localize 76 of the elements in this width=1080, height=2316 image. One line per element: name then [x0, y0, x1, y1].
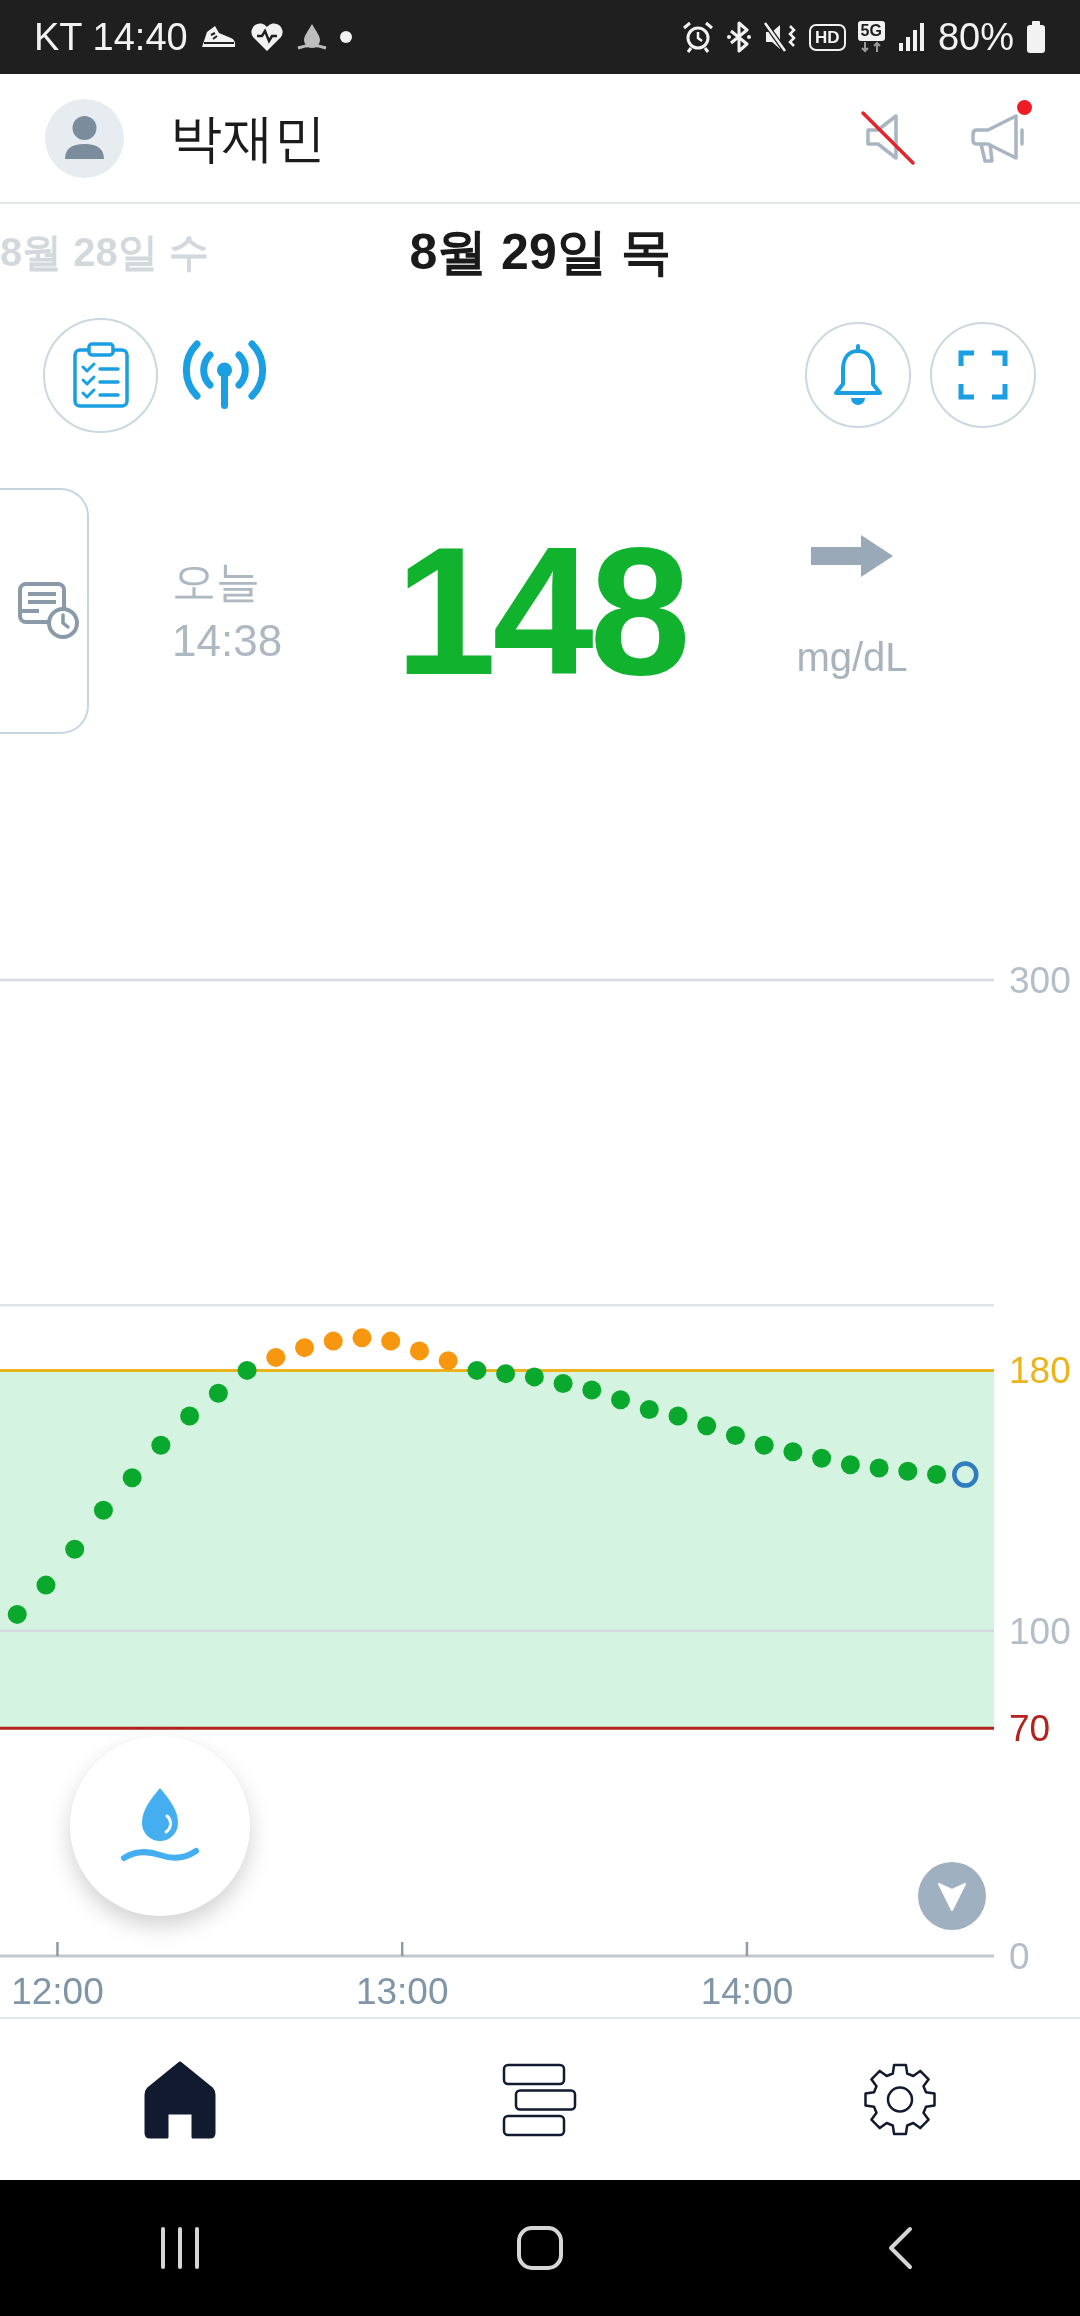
- y-axis-label: 0: [1009, 1936, 1030, 1977]
- clipboard-icon: [71, 342, 130, 408]
- battery-percent: 80%: [937, 14, 1014, 60]
- y-axis-label: 300: [1009, 960, 1071, 1001]
- reading-dot: [611, 1390, 631, 1410]
- fullscreen-icon: [958, 350, 1008, 400]
- y-axis-label: 70: [1009, 1708, 1051, 1750]
- battery-icon: [1026, 20, 1046, 54]
- reading-dot: [438, 1351, 458, 1371]
- reading-dot: [7, 1604, 27, 1624]
- hd-indicator: HD: [809, 23, 846, 51]
- history-tab[interactable]: [0, 488, 89, 734]
- reading-time: 14:38: [172, 615, 284, 667]
- reading-dot: [639, 1399, 659, 1419]
- antenna-icon[interactable]: [180, 339, 269, 411]
- reading-dot: [208, 1383, 228, 1403]
- signal-icon: [896, 22, 926, 52]
- speaker-muted-icon[interactable]: [859, 109, 917, 167]
- home-tab[interactable]: [144, 2059, 216, 2140]
- home-icon: [144, 2059, 216, 2140]
- reading-dot: [553, 1373, 573, 1393]
- reading-day: 오늘: [172, 551, 341, 611]
- x-axis-label: 14:00: [700, 1971, 794, 2012]
- y-axis-label: 100: [1009, 1610, 1071, 1652]
- network-type-label: 5G: [857, 21, 885, 41]
- bluetooth-icon: [727, 21, 752, 53]
- stacked-bars-icon: [502, 2062, 578, 2137]
- avatar-icon[interactable]: [45, 98, 124, 178]
- reading-dot: [151, 1435, 171, 1455]
- reading-dot: [36, 1575, 56, 1595]
- home-button-icon[interactable]: [517, 2226, 563, 2270]
- reading-dot: [409, 1341, 429, 1361]
- reading-dot: [668, 1406, 688, 1426]
- reading-dot: [496, 1364, 516, 1384]
- dot-icon: [339, 31, 352, 43]
- reading-dot: [122, 1468, 142, 1488]
- reading-dot: [467, 1360, 487, 1380]
- x-axis-label: 12:00: [11, 1971, 104, 2012]
- heart-icon: [249, 21, 284, 53]
- reading-dot: [869, 1458, 889, 1478]
- muted-speaker-icon: [763, 21, 798, 53]
- arrowhead-icon: [937, 1880, 967, 1912]
- carrier-label: KT: [34, 14, 83, 60]
- latest-reading-ring: [952, 1461, 979, 1488]
- reading-dot: [352, 1328, 372, 1348]
- glucose-value: 148: [395, 520, 687, 702]
- x-axis-label: 13:00: [355, 1971, 449, 2012]
- recent-apps-icon[interactable]: [159, 2226, 201, 2270]
- alarm-icon: [681, 20, 716, 54]
- reading-dot: [927, 1465, 947, 1484]
- reading-dot: [812, 1448, 832, 1468]
- reading-dot: [180, 1406, 200, 1426]
- reading-dot: [93, 1500, 113, 1520]
- reading-dot: [783, 1442, 803, 1462]
- reading-dot: [266, 1347, 286, 1367]
- document-clock-icon: [16, 581, 81, 641]
- glucose-unit: mg/dL: [796, 634, 908, 681]
- y-axis-label: 180: [1009, 1350, 1071, 1392]
- reading-dot: [295, 1338, 314, 1358]
- reading-dot: [65, 1539, 85, 1559]
- reading-dot: [898, 1461, 918, 1481]
- reading-dot: [323, 1331, 343, 1351]
- reading-dot: [840, 1455, 860, 1475]
- current-date[interactable]: 8월 29일 목: [409, 214, 671, 290]
- back-icon[interactable]: [886, 2226, 914, 2270]
- reading-dot: [697, 1416, 717, 1436]
- reading-dot: [725, 1425, 745, 1445]
- reading-dot: [381, 1331, 401, 1351]
- status-time: 14:40: [92, 14, 188, 60]
- user-name: 박재민: [170, 108, 326, 169]
- right-arrow-icon: [811, 535, 893, 577]
- reading-dot: [754, 1435, 774, 1455]
- timeline-tab[interactable]: [502, 2062, 578, 2137]
- reading-dot: [582, 1380, 602, 1400]
- reading-dot: [237, 1360, 257, 1380]
- reading-dot: [524, 1367, 544, 1387]
